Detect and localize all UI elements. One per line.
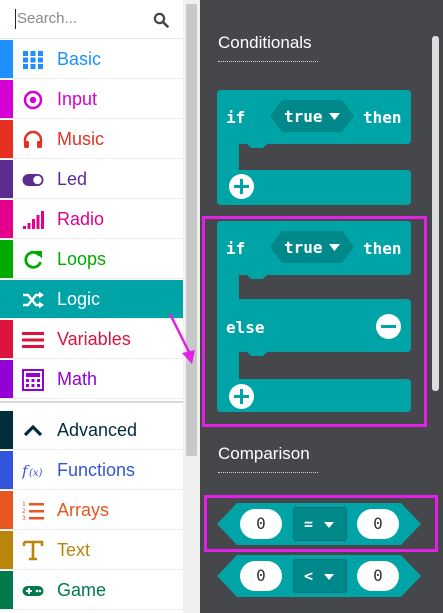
category-color-bar	[0, 80, 13, 118]
category-radio[interactable]: Radio	[0, 200, 183, 239]
text-t-icon	[22, 540, 44, 561]
category-input[interactable]: Input	[0, 80, 183, 119]
search-box[interactable]: Search...	[0, 0, 183, 39]
category-label: Math	[57, 369, 98, 389]
category-color-bar	[0, 571, 13, 609]
category-color-bar	[0, 40, 13, 78]
category-label: Game	[57, 580, 107, 600]
category-label: Led	[57, 169, 88, 189]
function-icon: f (x)	[22, 462, 43, 480]
svg-text:3: 3	[22, 515, 26, 522]
category-label: Loops	[57, 249, 107, 269]
if-keyword: if	[226, 108, 246, 127]
grid-icon	[23, 51, 43, 69]
search-icon[interactable]	[153, 12, 169, 28]
boolean-value: true	[284, 107, 323, 126]
category-label: Arrays	[57, 500, 110, 520]
highlight-box-compare	[204, 495, 438, 552]
then-keyword: then	[363, 108, 402, 127]
headphones-icon	[23, 130, 43, 148]
section-underline	[218, 472, 318, 473]
category-loops[interactable]: Loops	[0, 240, 183, 279]
chevron-down-icon	[329, 113, 340, 120]
category-variables[interactable]: Variables	[0, 320, 183, 359]
category-color-bar	[0, 531, 13, 569]
category-color-bar	[0, 491, 13, 529]
boolean-dropdown[interactable]: true	[270, 100, 354, 132]
section-title-comparison: Comparison	[218, 444, 310, 463]
search-input[interactable]: Search...	[17, 10, 77, 27]
category-label: Input	[57, 89, 98, 109]
category-color-bar	[0, 360, 13, 398]
category-label: Advanced	[57, 420, 138, 440]
toolbox: Search... Basic Input Music Led Radio Lo…	[0, 0, 200, 613]
compare-less-than-block[interactable]: 0 < 0	[217, 555, 421, 597]
annotation-arrow-icon	[168, 313, 195, 364]
list-lines-icon	[22, 332, 44, 348]
svg-text:1: 1	[22, 501, 26, 508]
category-led[interactable]: Led	[0, 160, 183, 199]
section-title-conditionals: Conditionals	[218, 33, 312, 52]
operator-value: <	[304, 567, 314, 585]
category-functions[interactable]: f (x) Functions	[0, 451, 183, 490]
category-game[interactable]: Game	[0, 571, 183, 610]
category-label: Functions	[57, 460, 136, 480]
gamepad-icon	[22, 586, 44, 596]
category-label: Basic	[57, 49, 102, 69]
category-advanced[interactable]: Advanced	[0, 411, 183, 450]
number-input-left[interactable]: 0	[240, 561, 282, 591]
toolbox-scrollbar-thumb[interactable]	[186, 4, 197, 456]
category-separator	[0, 401, 183, 411]
category-label: Music	[57, 129, 105, 149]
category-color-bar	[0, 240, 13, 278]
category-text[interactable]: Text	[0, 531, 183, 570]
category-logic[interactable]: Logic	[0, 280, 183, 319]
category-label: Text	[57, 540, 91, 560]
category-music[interactable]: Music	[0, 120, 183, 159]
numbered-list-icon: 123	[22, 501, 44, 522]
category-label: Variables	[57, 329, 131, 349]
chevron-up-icon	[23, 424, 43, 437]
svg-text:2: 2	[22, 508, 26, 515]
category-color-bar	[0, 120, 13, 158]
category-basic[interactable]: Basic	[0, 40, 183, 79]
highlight-box-if-else	[202, 216, 427, 427]
category-color-bar	[0, 160, 13, 198]
category-label: Logic	[57, 289, 101, 309]
refresh-icon	[24, 250, 42, 269]
number-input-right[interactable]: 0	[357, 561, 399, 591]
category-label: Radio	[57, 209, 105, 229]
text-cursor	[15, 9, 16, 29]
target-icon	[23, 90, 43, 110]
if-then-block[interactable]: if true then	[217, 90, 411, 205]
category-arrays[interactable]: 123 Arrays	[0, 491, 183, 530]
section-underline	[218, 61, 318, 62]
add-branch-plus-icon[interactable]	[229, 174, 254, 199]
category-color-bar	[0, 320, 13, 358]
calculator-icon	[22, 369, 44, 391]
operator-dropdown[interactable]: <	[293, 559, 347, 593]
category-math[interactable]: Math	[0, 360, 183, 399]
toggle-icon	[22, 174, 44, 186]
category-color-bar	[0, 411, 13, 449]
signal-bars-icon	[23, 211, 44, 229]
flyout-scrollbar[interactable]	[432, 36, 439, 391]
shuffle-icon	[23, 291, 44, 309]
category-color-bar	[0, 451, 13, 489]
svg-text:(x): (x)	[29, 468, 43, 479]
chevron-down-icon	[324, 574, 334, 580]
block-flyout: Conditionals if true then if true then e…	[200, 0, 443, 613]
category-color-bar	[0, 200, 13, 238]
